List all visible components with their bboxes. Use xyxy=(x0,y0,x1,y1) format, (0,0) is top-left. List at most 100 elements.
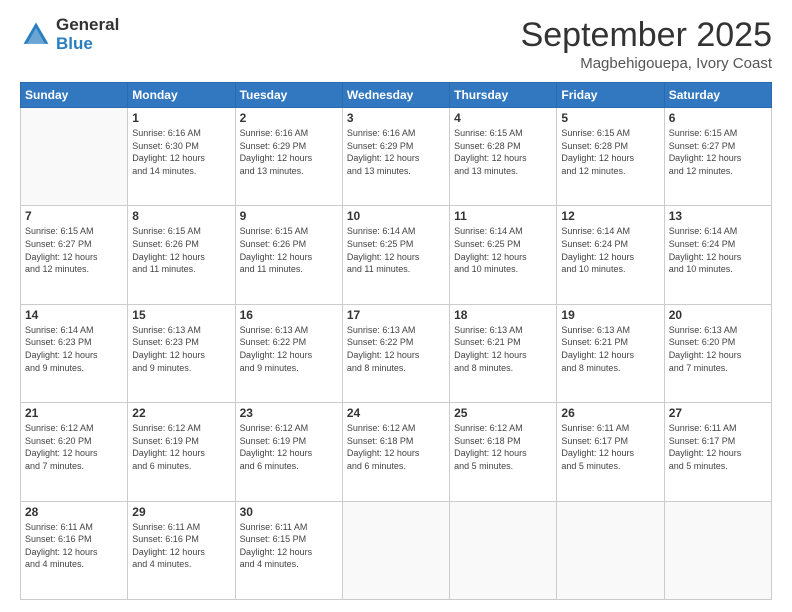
calendar-cell: 17 Sunrise: 6:13 AM Sunset: 6:22 PM Dayli… xyxy=(342,304,449,402)
weekday-header: Wednesday xyxy=(342,83,449,108)
day-number: 24 xyxy=(347,406,445,420)
day-info: Sunrise: 6:15 AM Sunset: 6:27 PM Dayligh… xyxy=(669,127,767,177)
day-number: 6 xyxy=(669,111,767,125)
month-title: September 2025 xyxy=(521,16,772,55)
day-number: 19 xyxy=(561,308,659,322)
calendar-cell: 9 Sunrise: 6:15 AM Sunset: 6:26 PM Daylig… xyxy=(235,206,342,304)
day-number: 11 xyxy=(454,209,552,223)
calendar-cell: 16 Sunrise: 6:13 AM Sunset: 6:22 PM Dayli… xyxy=(235,304,342,402)
day-info: Sunrise: 6:12 AM Sunset: 6:19 PM Dayligh… xyxy=(132,422,230,472)
calendar-cell: 30Sunrise: 6:11 AM Sunset: 6:15 PM Dayli… xyxy=(235,501,342,599)
calendar-cell: 19 Sunrise: 6:13 AM Sunset: 6:21 PM Dayli… xyxy=(557,304,664,402)
calendar-week-row: 1 Sunrise: 6:16 AM Sunset: 6:30 PM Daylig… xyxy=(21,108,772,206)
calendar-header-row: SundayMondayTuesdayWednesdayThursdayFrid… xyxy=(21,83,772,108)
day-number: 27 xyxy=(669,406,767,420)
calendar-week-row: 14Sunrise: 6:14 AM Sunset: 6:23 PM Dayli… xyxy=(21,304,772,402)
logo-general: General xyxy=(56,16,119,35)
day-number: 1 xyxy=(132,111,230,125)
day-info: Sunrise: 6:16 AM Sunset: 6:29 PM Dayligh… xyxy=(240,127,338,177)
calendar-cell: 7 Sunrise: 6:15 AM Sunset: 6:27 PM Daylig… xyxy=(21,206,128,304)
day-number: 29 xyxy=(132,505,230,519)
day-number: 3 xyxy=(347,111,445,125)
calendar-cell: 2 Sunrise: 6:16 AM Sunset: 6:29 PM Daylig… xyxy=(235,108,342,206)
calendar-cell: 28 Sunrise: 6:11 AM Sunset: 6:16 PM Dayli… xyxy=(21,501,128,599)
day-number: 28 xyxy=(25,505,123,519)
day-info: Sunrise: 6:13 AM Sunset: 6:20 PM Dayligh… xyxy=(669,324,767,374)
calendar-cell: 3 Sunrise: 6:16 AM Sunset: 6:29 PM Daylig… xyxy=(342,108,449,206)
calendar-cell: 10Sunrise: 6:14 AM Sunset: 6:25 PM Dayli… xyxy=(342,206,449,304)
day-number: 9 xyxy=(240,209,338,223)
calendar-cell xyxy=(21,108,128,206)
weekday-header: Sunday xyxy=(21,83,128,108)
calendar-cell: 23 Sunrise: 6:12 AM Sunset: 6:19 PM Dayli… xyxy=(235,403,342,501)
calendar-week-row: 28 Sunrise: 6:11 AM Sunset: 6:16 PM Dayli… xyxy=(21,501,772,599)
day-info: Sunrise: 6:11 AM Sunset: 6:17 PM Dayligh… xyxy=(561,422,659,472)
day-number: 17 xyxy=(347,308,445,322)
day-info: Sunrise: 6:12 AM Sunset: 6:19 PM Dayligh… xyxy=(240,422,338,472)
day-info: Sunrise: 6:14 AM Sunset: 6:24 PM Dayligh… xyxy=(561,225,659,275)
day-info: Sunrise: 6:15 AM Sunset: 6:27 PM Dayligh… xyxy=(25,225,123,275)
day-info: Sunrise: 6:14 AM Sunset: 6:23 PM Dayligh… xyxy=(25,324,123,374)
day-number: 25 xyxy=(454,406,552,420)
day-info: Sunrise: 6:14 AM Sunset: 6:25 PM Dayligh… xyxy=(347,225,445,275)
calendar-cell: 8Sunrise: 6:15 AM Sunset: 6:26 PM Daylig… xyxy=(128,206,235,304)
day-info: Sunrise: 6:15 AM Sunset: 6:26 PM Dayligh… xyxy=(240,225,338,275)
day-info: Sunrise: 6:16 AM Sunset: 6:29 PM Dayligh… xyxy=(347,127,445,177)
calendar-week-row: 7 Sunrise: 6:15 AM Sunset: 6:27 PM Daylig… xyxy=(21,206,772,304)
day-number: 21 xyxy=(25,406,123,420)
calendar-cell: 27 Sunrise: 6:11 AM Sunset: 6:17 PM Dayli… xyxy=(664,403,771,501)
day-number: 30 xyxy=(240,505,338,519)
day-info: Sunrise: 6:11 AM Sunset: 6:17 PM Dayligh… xyxy=(669,422,767,472)
calendar-cell: 29 Sunrise: 6:11 AM Sunset: 6:16 PM Dayli… xyxy=(128,501,235,599)
day-number: 12 xyxy=(561,209,659,223)
day-info: Sunrise: 6:14 AM Sunset: 6:25 PM Dayligh… xyxy=(454,225,552,275)
weekday-header: Thursday xyxy=(450,83,557,108)
day-number: 23 xyxy=(240,406,338,420)
weekday-header: Friday xyxy=(557,83,664,108)
day-number: 15 xyxy=(132,308,230,322)
day-number: 2 xyxy=(240,111,338,125)
title-block: September 2025 Magbehigouepa, Ivory Coas… xyxy=(521,16,772,72)
logo-text: General Blue xyxy=(56,16,119,53)
day-number: 4 xyxy=(454,111,552,125)
day-info: Sunrise: 6:14 AM Sunset: 6:24 PM Dayligh… xyxy=(669,225,767,275)
day-info: Sunrise: 6:16 AM Sunset: 6:30 PM Dayligh… xyxy=(132,127,230,177)
calendar-cell: 11 Sunrise: 6:14 AM Sunset: 6:25 PM Dayli… xyxy=(450,206,557,304)
calendar-cell: 1 Sunrise: 6:16 AM Sunset: 6:30 PM Daylig… xyxy=(128,108,235,206)
header: General Blue September 2025 Magbehigouep… xyxy=(20,16,772,72)
calendar-cell: 5Sunrise: 6:15 AM Sunset: 6:28 PM Daylig… xyxy=(557,108,664,206)
calendar-cell: 4 Sunrise: 6:15 AM Sunset: 6:28 PM Daylig… xyxy=(450,108,557,206)
calendar-cell: 18Sunrise: 6:13 AM Sunset: 6:21 PM Dayli… xyxy=(450,304,557,402)
day-info: Sunrise: 6:13 AM Sunset: 6:23 PM Dayligh… xyxy=(132,324,230,374)
day-info: Sunrise: 6:12 AM Sunset: 6:20 PM Dayligh… xyxy=(25,422,123,472)
weekday-header: Monday xyxy=(128,83,235,108)
day-number: 5 xyxy=(561,111,659,125)
day-number: 26 xyxy=(561,406,659,420)
calendar-cell: 22 Sunrise: 6:12 AM Sunset: 6:19 PM Dayli… xyxy=(128,403,235,501)
day-info: Sunrise: 6:11 AM Sunset: 6:16 PM Dayligh… xyxy=(132,521,230,571)
calendar-cell: 24Sunrise: 6:12 AM Sunset: 6:18 PM Dayli… xyxy=(342,403,449,501)
day-number: 22 xyxy=(132,406,230,420)
calendar-cell: 12 Sunrise: 6:14 AM Sunset: 6:24 PM Dayli… xyxy=(557,206,664,304)
day-info: Sunrise: 6:13 AM Sunset: 6:22 PM Dayligh… xyxy=(240,324,338,374)
day-number: 13 xyxy=(669,209,767,223)
day-number: 18 xyxy=(454,308,552,322)
calendar-cell: 25Sunrise: 6:12 AM Sunset: 6:18 PM Dayli… xyxy=(450,403,557,501)
day-info: Sunrise: 6:11 AM Sunset: 6:16 PM Dayligh… xyxy=(25,521,123,571)
calendar-cell: 21 Sunrise: 6:12 AM Sunset: 6:20 PM Dayli… xyxy=(21,403,128,501)
weekday-header: Saturday xyxy=(664,83,771,108)
logo: General Blue xyxy=(20,16,119,53)
day-info: Sunrise: 6:13 AM Sunset: 6:21 PM Dayligh… xyxy=(561,324,659,374)
day-info: Sunrise: 6:15 AM Sunset: 6:26 PM Dayligh… xyxy=(132,225,230,275)
day-info: Sunrise: 6:13 AM Sunset: 6:22 PM Dayligh… xyxy=(347,324,445,374)
day-number: 16 xyxy=(240,308,338,322)
day-number: 7 xyxy=(25,209,123,223)
calendar-table: SundayMondayTuesdayWednesdayThursdayFrid… xyxy=(20,82,772,600)
calendar-cell: 15 Sunrise: 6:13 AM Sunset: 6:23 PM Dayli… xyxy=(128,304,235,402)
calendar-cell xyxy=(664,501,771,599)
day-info: Sunrise: 6:15 AM Sunset: 6:28 PM Dayligh… xyxy=(454,127,552,177)
calendar-cell xyxy=(450,501,557,599)
calendar-cell: 14Sunrise: 6:14 AM Sunset: 6:23 PM Dayli… xyxy=(21,304,128,402)
calendar-cell: 26 Sunrise: 6:11 AM Sunset: 6:17 PM Dayli… xyxy=(557,403,664,501)
calendar-cell xyxy=(557,501,664,599)
